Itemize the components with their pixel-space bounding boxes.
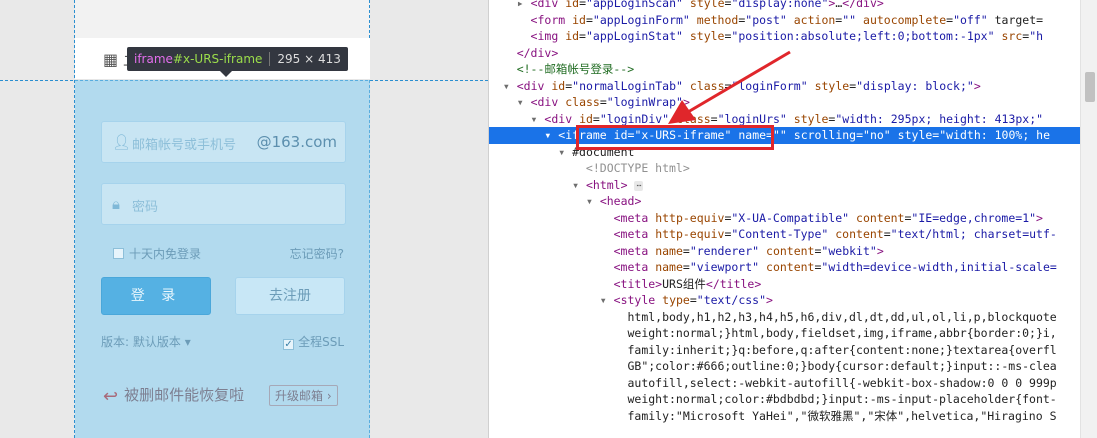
dom-node-line[interactable]: <!DOCTYPE html> [489, 160, 1080, 177]
password-field[interactable]: 🔒︎ 密码 [101, 183, 346, 225]
dom-node-line[interactable]: ▾ <style type="text/css"> [489, 292, 1080, 309]
tooltip-separator [269, 52, 271, 66]
register-button[interactable]: 去注册 [235, 277, 345, 315]
check-icon[interactable]: ✓ [283, 339, 295, 350]
element-inspect-tooltip: iframe#x-URS-iframe 295 × 413 [127, 47, 348, 77]
undo-arrow-icon: ↩ [103, 386, 119, 407]
page-viewport: ▦ 二 登录 👤︎ 邮箱帐号或手机号 @163.com 🔒︎ 密码 十天内免登录… [0, 0, 488, 438]
dom-node-line[interactable]: autofill,select:-webkit-autofill{-webkit… [489, 375, 1080, 392]
lock-icon: 🔒︎ [112, 195, 120, 213]
dom-node-line[interactable]: <title>URS组件</title> [489, 276, 1080, 293]
recover-text: 被删邮件能恢复啦 [124, 386, 245, 404]
dom-node-line[interactable]: <meta http-equiv="Content-Type" content=… [489, 226, 1080, 243]
dom-node-line[interactable]: GB";color:#666;outline:0;}body{cursor:de… [489, 358, 1080, 375]
dom-node-line[interactable]: ▸ <div id="appLoginScan" style="display:… [489, 0, 1080, 12]
dom-node-line[interactable]: ▾ <head> [489, 193, 1080, 210]
dom-node-line[interactable]: <form id="appLoginForm" method="post" ac… [489, 12, 1080, 29]
tooltip-dimensions: 295 × 413 [277, 52, 341, 66]
forgot-password-link[interactable]: 忘记密码? [290, 245, 344, 262]
user-icon: 👤︎ [112, 133, 132, 151]
remember-checkbox[interactable]: 十天内免登录 [113, 245, 201, 262]
dom-node-line[interactable]: ▾ <div class="loginWrap"> [489, 94, 1080, 111]
dom-node-line[interactable]: <meta http-equiv="X-UA-Compatible" conte… [489, 210, 1080, 227]
recover-promo[interactable]: ↩ 被删邮件能恢复啦 [103, 384, 244, 407]
dom-node-line[interactable]: weight:normal;color:#bdbdbd;}input:-ms-i… [489, 391, 1080, 408]
remember-label: 十天内免登录 [129, 247, 202, 261]
dom-node-line[interactable]: family:inherit;}q:before,q:after{content… [489, 342, 1080, 359]
dom-node-line[interactable]: </div> [489, 45, 1080, 62]
login-button[interactable]: 登 录 [101, 277, 211, 315]
email-domain-suffix: @163.com [256, 133, 337, 151]
ssl-label: 全程SSL [298, 335, 344, 349]
dom-node-line[interactable]: family:"Microsoft YaHei","微软雅黑","宋体",hel… [489, 408, 1080, 425]
dom-node-line[interactable]: <img id="appLoginStat" style="position:a… [489, 28, 1080, 45]
dom-node-line[interactable]: <meta name="renderer" content="webkit"> [489, 243, 1080, 260]
upgrade-label: 升级邮箱 [275, 389, 324, 403]
html-badge-icon: ⋯ [634, 180, 644, 191]
qr-code-icon[interactable]: ▦ [103, 50, 118, 69]
devtools-elements-panel[interactable]: ▸ <div id="appLoginScan" style="display:… [488, 0, 1097, 438]
chevron-right-icon: › [326, 389, 332, 403]
dom-node-line[interactable]: ▾ <html> ⋯ [489, 177, 1080, 194]
dom-node-line[interactable]: weight:normal;}html,body,fieldset,img,if… [489, 325, 1080, 342]
version-label: 版本: 默认版本 [101, 335, 181, 349]
dom-node-line[interactable]: <!--邮箱帐号登录--> [489, 61, 1080, 78]
annotation-highlight-box [576, 125, 774, 150]
dom-node-line[interactable]: ▾ <div id="normalLoginTab" class="loginF… [489, 78, 1080, 95]
scrollbar-thumb[interactable] [1085, 72, 1095, 102]
dom-node-line[interactable]: <meta name="viewport" content="width=dev… [489, 259, 1080, 276]
dom-tree-scrollbar[interactable] [1080, 0, 1097, 438]
upgrade-mailbox-button[interactable]: 升级邮箱 › [269, 385, 338, 406]
caret-down-icon: ▾ [184, 335, 191, 349]
tooltip-tag: iframe [134, 52, 173, 66]
tooltip-id: #x-URS-iframe [172, 52, 263, 66]
email-field[interactable]: 👤︎ 邮箱帐号或手机号 @163.com [101, 121, 346, 163]
email-placeholder: 邮箱帐号或手机号 [132, 138, 237, 153]
dom-node-line[interactable]: html,body,h1,h2,h3,h4,h5,h6,div,dl,dt,dd… [489, 309, 1080, 326]
password-placeholder: 密码 [132, 200, 159, 215]
version-select[interactable]: 版本: 默认版本 ▾ [101, 333, 191, 350]
ssl-checkbox[interactable]: ✓ 全程SSL [283, 333, 344, 350]
checkbox-icon[interactable] [113, 248, 124, 259]
iframe-highlight-overlay: 👤︎ 邮箱帐号或手机号 @163.com 🔒︎ 密码 十天内免登录 忘记密码? … [75, 80, 370, 438]
